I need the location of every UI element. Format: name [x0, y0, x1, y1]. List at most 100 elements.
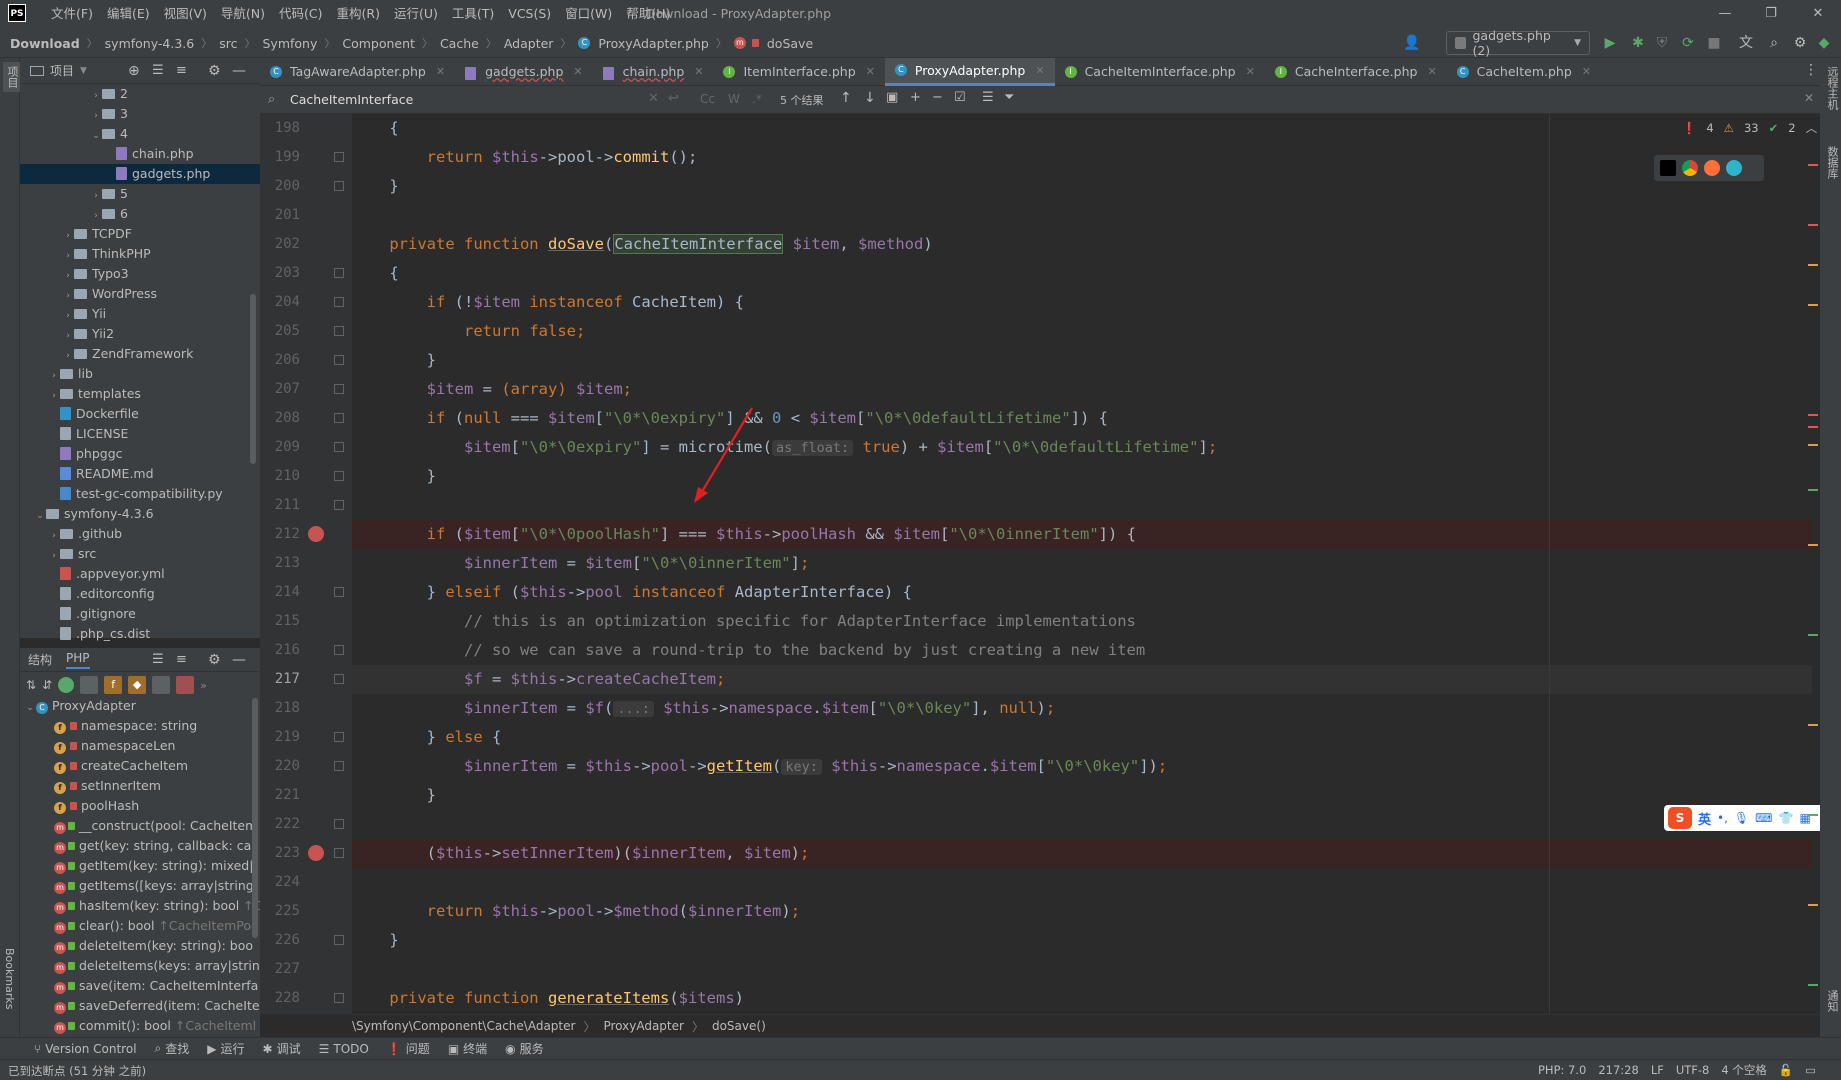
- fold-marker-icon[interactable]: [334, 471, 344, 481]
- structure-method[interactable]: m commit(): bool ↑CacheIteml: [20, 1016, 260, 1036]
- fold-marker-icon[interactable]: [334, 268, 344, 278]
- chevron-right-icon[interactable]: ›: [90, 206, 102, 226]
- tree-folder[interactable]: › templates: [20, 384, 260, 404]
- chevron-down-icon[interactable]: ⌄: [34, 506, 46, 526]
- select-all-occurrences-icon[interactable]: ▣: [886, 90, 898, 105]
- structure-method[interactable]: m getItem(key: string): mixed|: [20, 856, 260, 876]
- whole-word-toggle[interactable]: W: [728, 92, 740, 106]
- tree-file[interactable]: test-gc-compatibility.py: [20, 484, 260, 504]
- tree-file[interactable]: chain.php: [20, 144, 260, 164]
- notifications-tab[interactable]: 通知: [1824, 990, 1840, 1012]
- menu-navigate[interactable]: 导航(N): [214, 0, 272, 28]
- close-tab-icon[interactable]: ✕: [694, 65, 703, 78]
- structure-method[interactable]: mhasItem(key: string): bool ↑CacheItemPo: [20, 896, 260, 916]
- tree-folder[interactable]: › Typo3: [20, 264, 260, 284]
- filter-icon[interactable]: ⏷: [1004, 90, 1014, 105]
- minimize-button[interactable]: —: [1702, 0, 1748, 28]
- fold-marker-icon[interactable]: [334, 645, 344, 655]
- fold-marker-icon[interactable]: [334, 848, 344, 858]
- structure-field[interactable]: f namespace: string: [20, 716, 260, 736]
- fold-marker-icon[interactable]: [334, 442, 344, 452]
- structure-field[interactable]: f namespaceLen: [20, 736, 260, 756]
- structure-method[interactable]: m clear(): bool ↑CacheItemPoo: [20, 916, 260, 936]
- clear-search-icon[interactable]: ✕: [648, 91, 659, 106]
- close-search-icon[interactable]: ✕: [1804, 91, 1814, 105]
- chevron-right-icon[interactable]: ›: [62, 266, 74, 286]
- chevron-right-icon[interactable]: ›: [48, 386, 60, 406]
- crumb-component[interactable]: Component: [342, 36, 415, 51]
- run-tab[interactable]: ▶ 运行: [207, 1040, 244, 1057]
- regex-toggle[interactable]: .*: [752, 92, 762, 106]
- structure-scrollbar[interactable]: [252, 698, 258, 938]
- project-panel-title[interactable]: 项目: [50, 62, 74, 79]
- tree-folder[interactable]: › Yii: [20, 304, 260, 324]
- project-tool-tab[interactable]: 项目: [3, 62, 21, 92]
- fold-marker-icon[interactable]: [334, 355, 344, 365]
- fold-marker-icon[interactable]: [334, 761, 344, 771]
- tree-file[interactable]: phpggc: [20, 444, 260, 464]
- stop-icon[interactable]: ■: [1704, 33, 1724, 53]
- close-tab-icon[interactable]: ✕: [436, 65, 445, 78]
- hide-icon[interactable]: —: [232, 63, 246, 79]
- structure-method[interactable]: m __construct(pool: CacheItem: [20, 816, 260, 836]
- crumb-cache[interactable]: Cache: [440, 36, 479, 51]
- crumb-namespace[interactable]: \Symfony\Component\Cache\Adapter: [352, 1019, 575, 1033]
- show-non-public-icon[interactable]: [152, 676, 171, 694]
- fold-marker-icon[interactable]: [334, 587, 344, 597]
- search-in-selection-icon[interactable]: ☰: [982, 90, 994, 105]
- translate-icon[interactable]: 文: [1736, 33, 1756, 53]
- structure-method[interactable]: m getItems([keys: array|string|: [20, 876, 260, 896]
- debug-icon[interactable]: ✱: [1628, 33, 1648, 53]
- fold-marker-icon[interactable]: [334, 326, 344, 336]
- breakpoint-icon[interactable]: [308, 845, 324, 861]
- tree-file[interactable]: LICENSE: [20, 424, 260, 444]
- close-tab-icon[interactable]: ✕: [866, 65, 875, 78]
- close-tab-icon[interactable]: ✕: [1427, 65, 1436, 78]
- fold-marker-icon[interactable]: [334, 732, 344, 742]
- user-icon[interactable]: 👤: [1402, 33, 1422, 53]
- tree-file[interactable]: .gitignore: [20, 604, 260, 624]
- add-occurrence-icon[interactable]: +: [910, 90, 921, 105]
- chevron-right-icon[interactable]: ›: [62, 346, 74, 366]
- code-area[interactable]: { return $this->pool->commit(); } privat…: [352, 114, 1812, 1014]
- menu-refactor[interactable]: 重构(R): [330, 0, 387, 28]
- phpstorm-browser-icon[interactable]: [1660, 160, 1676, 176]
- expand-all-icon[interactable]: ☰: [152, 63, 164, 78]
- indent-setting[interactable]: 4 个空格: [1721, 1062, 1766, 1078]
- match-case-toggle[interactable]: Cc: [700, 92, 715, 106]
- chevron-right-icon[interactable]: ›: [62, 246, 74, 266]
- project-scrollbar[interactable]: [250, 294, 256, 464]
- tree-folder[interactable]: › WordPress: [20, 284, 260, 304]
- memory-icon[interactable]: ▭: [1805, 1063, 1816, 1077]
- close-tab-icon[interactable]: ✕: [1246, 65, 1255, 78]
- chevron-right-icon[interactable]: ›: [62, 226, 74, 246]
- close-tab-icon[interactable]: ✕: [1582, 65, 1591, 78]
- crumb-class[interactable]: ProxyAdapter: [603, 1019, 683, 1033]
- close-window-button[interactable]: ✕: [1795, 0, 1841, 28]
- tree-folder[interactable]: › 2: [20, 84, 260, 104]
- tree-file[interactable]: .php_cs.dist: [20, 624, 260, 644]
- editor-tab[interactable]: gadgets.php ✕: [455, 58, 593, 86]
- version-control-tab[interactable]: ⑂ Version Control: [34, 1042, 137, 1056]
- run-icon[interactable]: ▶: [1600, 33, 1620, 53]
- next-occurrence-icon[interactable]: ↓: [864, 90, 876, 106]
- search-icon[interactable]: ⌕: [1764, 33, 1784, 53]
- chevron-right-icon[interactable]: ›: [90, 86, 102, 106]
- structure-method[interactable]: m saveDeferred(item: CacheIte: [20, 996, 260, 1016]
- mic-icon[interactable]: 🎙: [1734, 811, 1749, 825]
- expand-all-icon[interactable]: ☰: [152, 652, 164, 667]
- run-config-select[interactable]: gadgets.php (2) ▼: [1446, 28, 1590, 58]
- close-tab-icon[interactable]: ✕: [573, 65, 582, 78]
- sogou-icon[interactable]: S: [1668, 807, 1692, 829]
- jetbrains-icon[interactable]: ◆: [1814, 33, 1834, 53]
- tree-file[interactable]: Dockerfile: [20, 404, 260, 424]
- services-tab[interactable]: ◉ 服务: [505, 1040, 544, 1057]
- chevron-right-icon[interactable]: ›: [62, 286, 74, 306]
- crumb-file[interactable]: ProxyAdapter.php: [598, 36, 708, 51]
- editor-gutter[interactable]: 198 199 200 201 202 203 204 205 206 207 208 209 210 2…: [260, 114, 352, 1014]
- editor-tab[interactable]: C CacheItem.php ✕: [1447, 58, 1601, 86]
- firefox-icon[interactable]: [1704, 160, 1720, 176]
- caret-position[interactable]: 217:28: [1598, 1063, 1638, 1077]
- menu-tools[interactable]: 工具(T): [445, 0, 501, 28]
- chevron-right-icon[interactable]: ›: [48, 526, 60, 546]
